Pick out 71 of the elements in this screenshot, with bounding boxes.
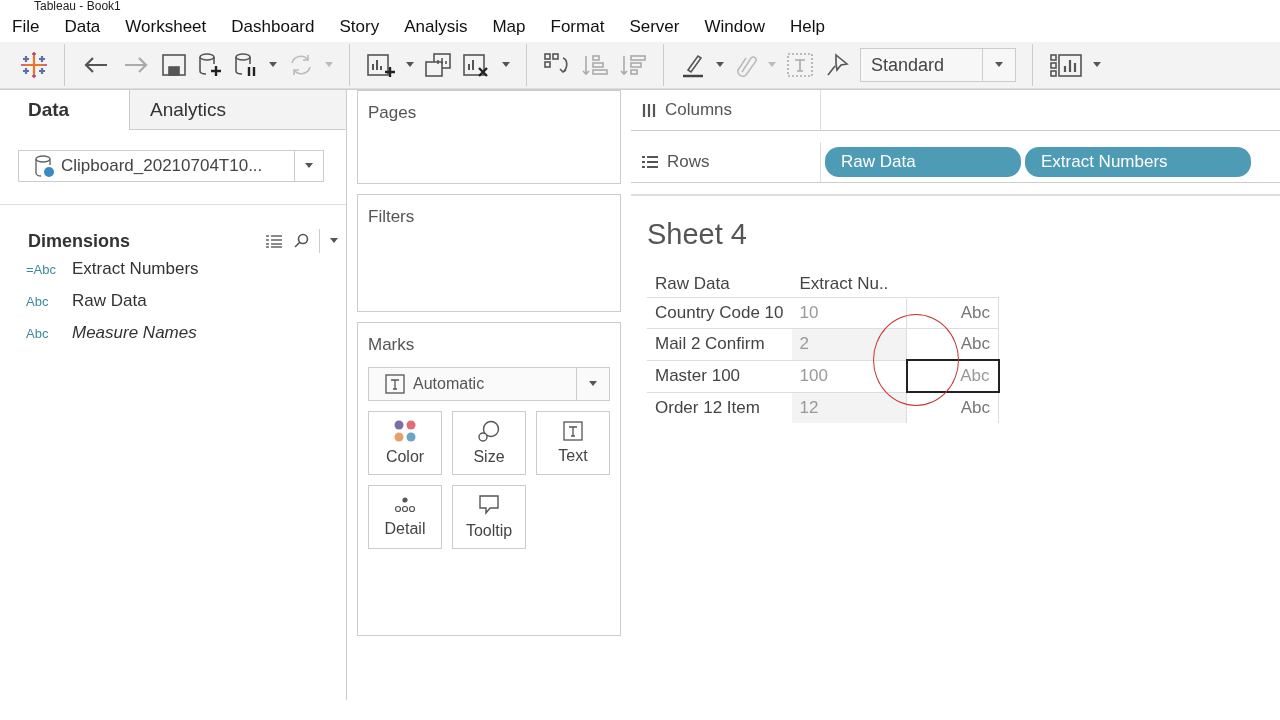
table-cell: Order 12 Item: [647, 392, 792, 423]
marks-button[interactable]: Tooltip: [452, 485, 526, 549]
caret-icon[interactable]: [406, 62, 414, 68]
caret-icon[interactable]: [716, 62, 724, 68]
detail-icon: [393, 496, 417, 514]
color-dots-icon: [394, 420, 416, 442]
string-type-icon: Abc: [26, 325, 72, 341]
table-cell: Mail 2 Confirm: [647, 328, 792, 360]
marks-button[interactable]: Detail: [368, 485, 442, 549]
list-view-icon[interactable]: [265, 234, 283, 248]
database-check-icon: [33, 154, 57, 178]
caret-icon[interactable]: [502, 62, 510, 68]
caret-icon[interactable]: [330, 238, 338, 244]
menu-item[interactable]: Story: [339, 17, 380, 37]
table-cell: Country Code 10: [647, 297, 792, 329]
menu-item[interactable]: Worksheet: [125, 17, 207, 37]
window-title: Tableau - Book1: [33, 0, 122, 12]
marks-button[interactable]: Size: [452, 411, 526, 475]
new-worksheet-icon[interactable]: [366, 52, 396, 78]
menu-item[interactable]: Help: [789, 17, 825, 37]
size-icon: [478, 420, 500, 442]
duplicate-sheet-icon[interactable]: [424, 52, 452, 78]
menu-item[interactable]: Map: [492, 17, 526, 37]
caret-icon[interactable]: [305, 163, 313, 169]
shelf-label: Rows: [667, 152, 710, 172]
column-header: Extract Nu..: [791, 271, 907, 298]
highlighter-icon[interactable]: [680, 52, 706, 78]
menu-item[interactable]: Analysis: [404, 17, 468, 37]
sheet-title: Sheet 4: [647, 218, 748, 251]
logo-icon[interactable]: [20, 51, 48, 79]
columns-icon: [641, 102, 657, 118]
search-icon[interactable]: [293, 233, 309, 249]
show-me-icon[interactable]: [1049, 52, 1083, 78]
menu-item[interactable]: Data: [64, 17, 101, 37]
field-item[interactable]: Measure Names: [72, 323, 197, 343]
string-type-icon: =Abc: [26, 261, 72, 277]
menu-item[interactable]: File: [12, 17, 40, 37]
caret-icon[interactable]: [1093, 62, 1101, 68]
save-icon[interactable]: [161, 52, 187, 78]
marks-button[interactable]: Color: [368, 411, 442, 475]
caret-icon[interactable]: [269, 62, 277, 68]
table-cell[interactable]: Abc: [906, 297, 999, 329]
database-add-icon[interactable]: [197, 52, 223, 78]
rows-icon: [641, 155, 659, 169]
menu-item[interactable]: Dashboard: [231, 17, 315, 37]
text-icon: [385, 374, 405, 394]
string-type-icon: Abc: [26, 293, 72, 309]
text-icon: [563, 421, 583, 441]
caret-icon[interactable]: [589, 381, 597, 387]
field-item[interactable]: Raw Data: [72, 291, 147, 311]
menu-item[interactable]: Format: [550, 17, 605, 37]
table-cell: 12: [791, 392, 907, 423]
fit-dropdown[interactable]: Standard: [860, 48, 1016, 82]
card-title: Marks: [368, 335, 416, 355]
caret-icon[interactable]: [995, 62, 1003, 68]
table-cell: Master 100: [647, 360, 792, 392]
menu-item[interactable]: Server: [629, 17, 680, 37]
menu-item[interactable]: Window: [704, 17, 765, 37]
marks-button[interactable]: Text: [536, 411, 610, 475]
field-item[interactable]: Extract Numbers: [72, 259, 199, 279]
shelf-label: Columns: [665, 100, 733, 120]
card-title: Filters: [368, 207, 416, 227]
table-cell[interactable]: Abc: [906, 392, 999, 423]
mark-type-dropdown[interactable]: Automatic: [368, 367, 610, 401]
table-cell: 2: [791, 328, 907, 360]
card-title: Pages: [368, 103, 418, 123]
speech-bubble-icon: [478, 494, 500, 516]
column-header: Raw Data: [647, 271, 792, 298]
section-title: Dimensions: [28, 230, 132, 252]
data-source-dropdown[interactable]: Clipboard_20210704T10...: [18, 150, 324, 182]
pane-tab[interactable]: Analytics: [129, 90, 346, 130]
